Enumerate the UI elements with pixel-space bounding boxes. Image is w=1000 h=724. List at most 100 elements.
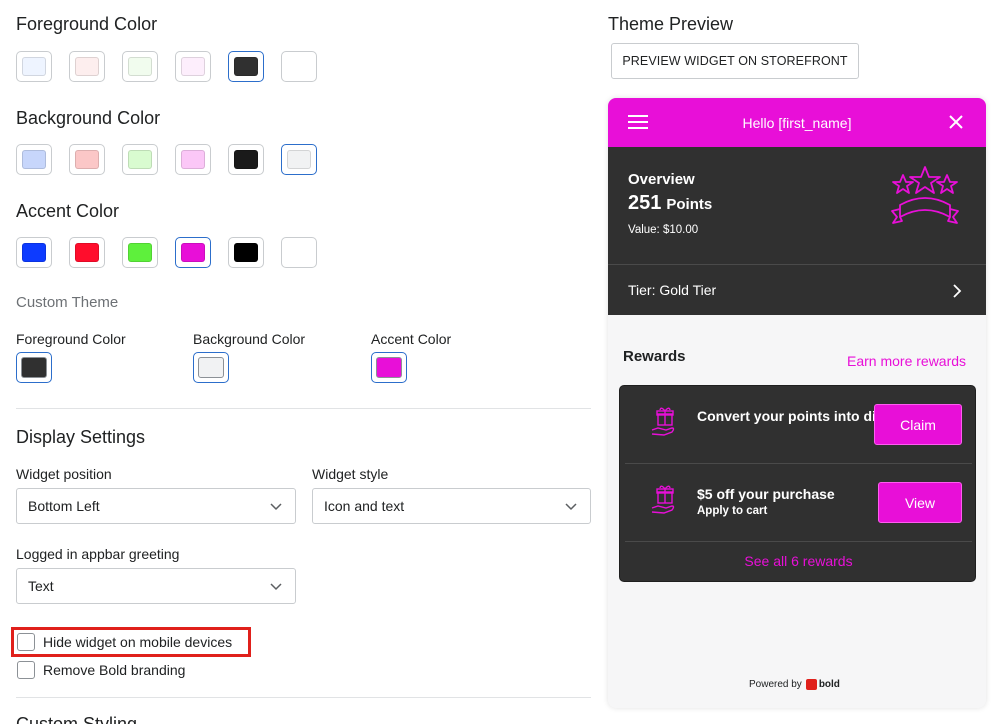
hide-mobile-label: Hide widget on mobile devices <box>43 634 233 650</box>
accent-swatch-fill <box>181 243 205 262</box>
view-button[interactable]: View <box>878 482 962 523</box>
tier-text: Tier: Gold Tier <box>628 282 717 298</box>
foreground-swatch[interactable] <box>175 51 211 82</box>
background-swatch-fill <box>22 150 46 169</box>
overview-label: Overview <box>628 171 695 188</box>
hide-mobile-option[interactable]: Hide widget on mobile devices <box>17 633 232 651</box>
foreground-swatch-fill <box>287 57 311 76</box>
widget-position-select[interactable]: Bottom Left <box>16 488 296 524</box>
accent-swatch-row <box>16 237 317 268</box>
foreground-swatch-fill <box>22 57 46 76</box>
custom-accent-fill <box>376 357 402 378</box>
rewards-card: Convert your points into discount Claim … <box>619 385 976 582</box>
earn-more-rewards-link[interactable]: Earn more rewards <box>847 353 966 369</box>
background-swatch-fill <box>234 150 258 169</box>
foreground-swatch[interactable] <box>16 51 52 82</box>
chevron-down-icon <box>565 503 577 511</box>
background-swatch-row <box>16 144 317 175</box>
gift-hand-icon <box>651 485 675 514</box>
background-swatch[interactable] <box>228 144 264 175</box>
rewards-heading: Rewards <box>623 348 686 365</box>
widget-style-label: Widget style <box>312 466 389 482</box>
foreground-swatch[interactable] <box>281 51 317 82</box>
display-settings-heading: Display Settings <box>16 427 146 447</box>
background-swatch-fill <box>181 150 205 169</box>
remove-branding-option[interactable]: Remove Bold branding <box>17 661 185 679</box>
foreground-color-heading: Foreground Color <box>16 14 158 34</box>
points-display: 251 Points <box>628 192 712 215</box>
custom-accent-swatch[interactable] <box>371 352 407 383</box>
custom-background-label: Background Color <box>193 331 306 347</box>
theme-preview-heading: Theme Preview <box>608 14 734 34</box>
custom-background-swatch[interactable] <box>193 352 229 383</box>
background-swatch[interactable] <box>16 144 52 175</box>
custom-accent-label: Accent Color <box>371 331 452 347</box>
see-all-rewards-link[interactable]: See all 6 rewards <box>620 553 977 569</box>
background-color-heading: Background Color <box>16 108 161 128</box>
foreground-swatch[interactable] <box>228 51 264 82</box>
background-swatch[interactable] <box>281 144 317 175</box>
background-swatch-fill <box>128 150 152 169</box>
chevron-right-icon[interactable] <box>952 283 962 299</box>
preview-storefront-button[interactable]: PREVIEW WIDGET ON STOREFRONT <box>611 43 859 79</box>
accent-swatch[interactable] <box>69 237 105 268</box>
foreground-swatch-fill <box>234 57 258 76</box>
chevron-down-icon <box>270 503 282 511</box>
accent-swatch[interactable] <box>281 237 317 268</box>
accent-swatch-fill <box>128 243 152 262</box>
widget-style-select[interactable]: Icon and text <box>312 488 591 524</box>
accent-swatch-fill <box>234 243 258 262</box>
reward-item: $5 off your purchase Apply to cart View <box>620 464 977 542</box>
background-swatch-fill <box>287 150 311 169</box>
bold-logo: bold <box>805 679 840 690</box>
chevron-down-icon <box>270 583 282 591</box>
reward-divider <box>625 541 972 542</box>
greeting-select[interactable]: Text <box>16 568 296 604</box>
background-swatch[interactable] <box>175 144 211 175</box>
widget-preview: Hello [first_name] Overview 251 Points V… <box>608 98 986 708</box>
section-divider <box>16 408 591 409</box>
remove-branding-checkbox[interactable] <box>17 661 35 679</box>
custom-foreground-label: Foreground Color <box>16 331 126 347</box>
gift-hand-icon <box>651 407 675 436</box>
close-icon[interactable] <box>949 115 963 129</box>
foreground-swatch-fill <box>75 57 99 76</box>
bold-logo-mark-icon <box>805 679 817 690</box>
accent-swatch-fill <box>22 243 46 262</box>
reward-title: $5 off your purchase <box>697 486 835 502</box>
custom-theme-heading: Custom Theme <box>16 294 119 311</box>
custom-foreground-swatch[interactable] <box>16 352 52 383</box>
accent-swatch[interactable] <box>16 237 52 268</box>
points-label: Points <box>666 196 713 213</box>
widget-header: Hello [first_name] <box>608 98 986 147</box>
points-overview-panel: Overview 251 Points Value: $10.00 Tier: … <box>608 147 986 315</box>
foreground-swatch-fill <box>181 57 205 76</box>
greeting-label: Logged in appbar greeting <box>16 546 180 562</box>
background-swatch[interactable] <box>69 144 105 175</box>
powered-by-footer: Powered by bold <box>749 679 840 690</box>
powered-by-text: Powered by <box>749 679 802 690</box>
accent-swatch[interactable] <box>122 237 158 268</box>
reward-item: Convert your points into discount Claim <box>620 386 977 464</box>
custom-background-fill <box>198 357 224 378</box>
points-value: Value: $10.00 <box>628 224 699 236</box>
background-swatch[interactable] <box>122 144 158 175</box>
claim-button[interactable]: Claim <box>874 404 962 445</box>
foreground-swatch-row <box>16 51 317 82</box>
accent-swatch[interactable] <box>228 237 264 268</box>
hamburger-menu-icon[interactable] <box>628 114 648 130</box>
stars-banner-icon <box>891 166 959 224</box>
remove-branding-label: Remove Bold branding <box>43 662 186 678</box>
accent-swatch-fill <box>287 243 311 262</box>
section-divider <box>16 697 591 698</box>
widget-position-value: Bottom Left <box>28 498 100 514</box>
foreground-swatch[interactable] <box>69 51 105 82</box>
hide-mobile-checkbox[interactable] <box>17 633 35 651</box>
accent-color-heading: Accent Color <box>16 201 120 221</box>
widget-position-label: Widget position <box>16 466 112 482</box>
greeting-value: Text <box>28 578 54 594</box>
foreground-swatch-fill <box>128 57 152 76</box>
bold-logo-text: bold <box>818 679 840 690</box>
accent-swatch[interactable] <box>175 237 211 268</box>
foreground-swatch[interactable] <box>122 51 158 82</box>
